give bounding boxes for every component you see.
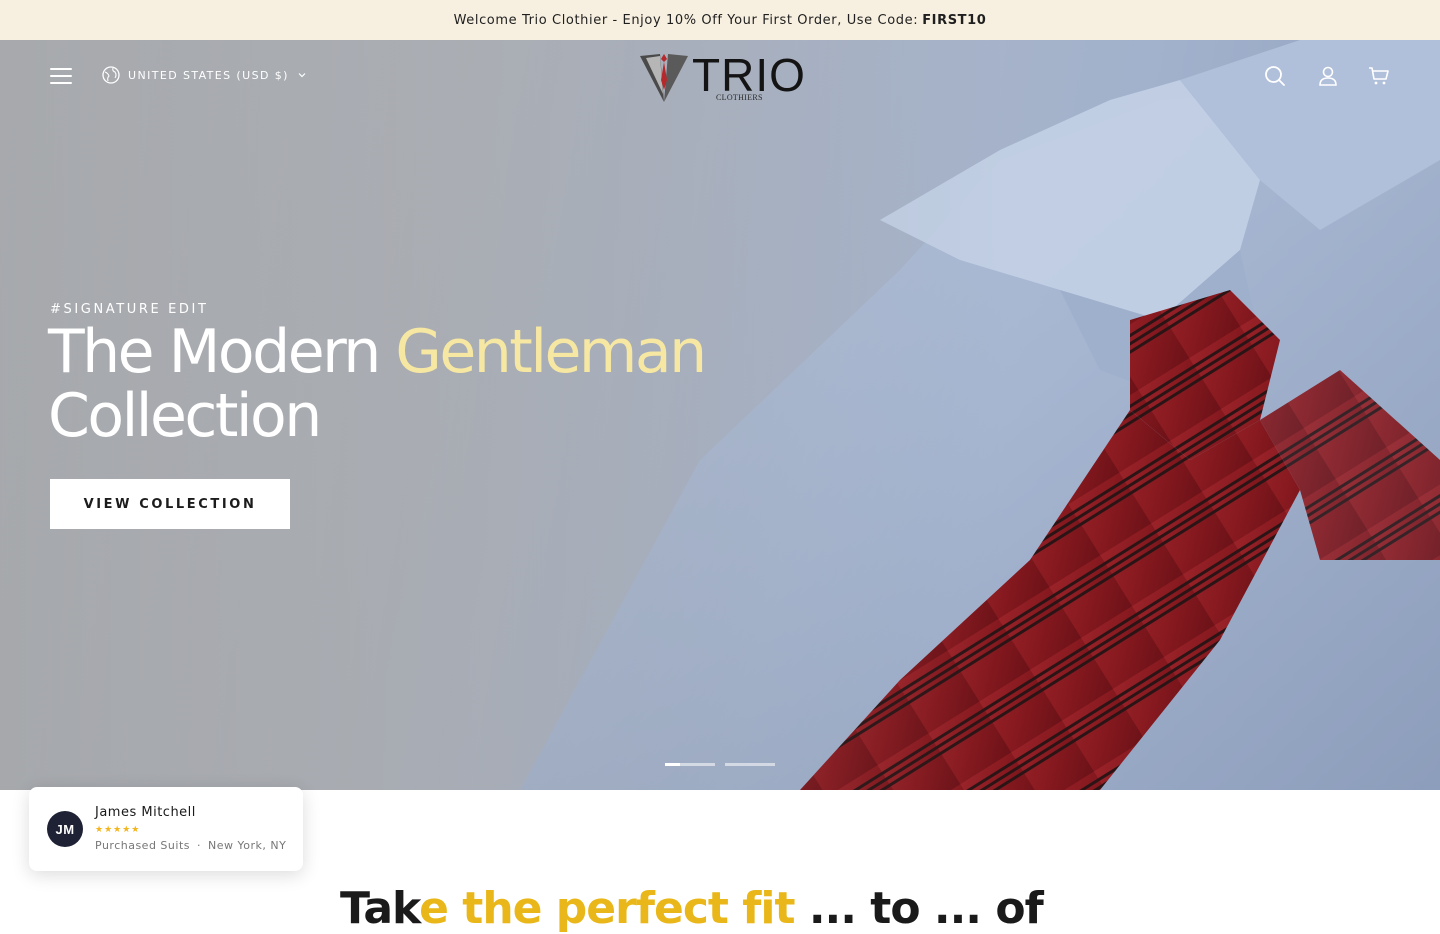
account-icon[interactable]: [1316, 64, 1340, 88]
logo-subtext: CLOTHIERS: [716, 93, 763, 102]
search-icon[interactable]: [1263, 64, 1287, 88]
heading-end: ... to ... of: [794, 883, 1044, 934]
customer-location: New York, NY: [207, 839, 287, 852]
customer-name: James Mitchell: [95, 805, 196, 820]
purchase-item: Purchased Suits: [95, 839, 190, 852]
slideshow-pagination: [665, 763, 775, 766]
section-heading: Take the perfect fit ... to ... of: [340, 883, 1044, 934]
hamburger-menu-icon[interactable]: [50, 68, 72, 86]
site-header: UNITED STATES (USD $) TRIO CLOTHIERS: [0, 40, 1440, 114]
recent-purchase-popup[interactable]: JM James Mitchell ★★★★★ Purchased Suits …: [29, 787, 303, 871]
view-collection-button[interactable]: VIEW COLLECTION: [50, 479, 290, 529]
slide-dot-2[interactable]: [725, 763, 775, 766]
rating-stars: ★★★★★: [95, 824, 141, 834]
discount-code: FIRST10: [922, 12, 987, 28]
cart-icon[interactable]: [1367, 64, 1391, 88]
headline-part1: The Modern: [48, 317, 381, 387]
heading-accent: e the perfect fit: [419, 883, 795, 934]
locale-label: UNITED STATES (USD $): [128, 68, 289, 82]
globe-icon: [102, 66, 120, 84]
headline-accent: Gentleman: [395, 317, 707, 387]
logo-mark: [640, 54, 688, 102]
chevron-down-icon: [298, 73, 306, 78]
hero-eyebrow: #SIGNATURE EDIT: [50, 302, 209, 317]
hero-headline: The Modern Gentleman Collection: [48, 317, 707, 451]
headline-part2: Collection: [48, 381, 322, 451]
purchase-info: Purchased Suits · New York, NY: [95, 839, 286, 852]
announcement-bar: Welcome Trio Clothier - Enjoy 10% Off Yo…: [0, 0, 1440, 40]
site-logo[interactable]: TRIO CLOTHIERS: [638, 50, 805, 106]
locale-selector[interactable]: UNITED STATES (USD $): [102, 66, 307, 84]
slide-dot-1[interactable]: [665, 763, 715, 766]
meta-separator: ·: [196, 839, 201, 852]
announcement-text: Welcome Trio Clothier - Enjoy 10% Off Yo…: [453, 12, 919, 28]
heading-start: Tak: [340, 883, 420, 934]
avatar: JM: [47, 811, 83, 847]
